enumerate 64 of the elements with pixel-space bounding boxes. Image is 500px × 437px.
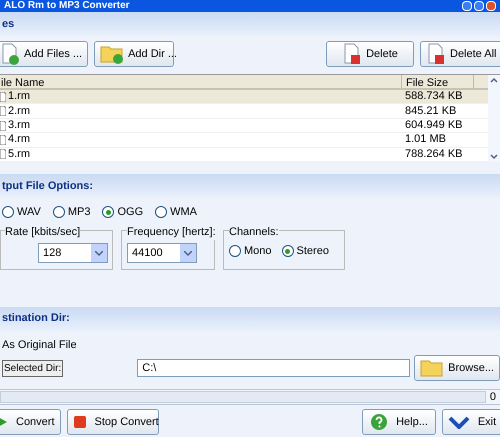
add-dir-button[interactable]: Add Dir ... [94, 41, 174, 67]
convert-button[interactable]: Convert [0, 409, 61, 435]
exit-button[interactable]: Exit [442, 409, 500, 435]
table-cell: 5.rm [0, 148, 401, 161]
section-header: tput File Options: [0, 174, 500, 198]
column-header[interactable]: File Size [401, 75, 473, 88]
file-row[interactable]: 2.rm 845.21 KB [0, 104, 488, 119]
table-cell: 4.rm [0, 133, 401, 146]
radio-option[interactable]: Mono [229, 243, 272, 260]
file-row[interactable]: 1.rm 588.734 KB [0, 90, 488, 104]
checkmark-icon [448, 415, 470, 429]
scroll-down-icon[interactable] [489, 152, 499, 162]
title-bar: ALO Rm to MP3 Converter [0, 0, 500, 12]
directory-field[interactable]: C:\ [137, 359, 410, 377]
stop-button[interactable]: Stop Convert [66, 409, 159, 435]
table-cell-text: 845.21 KB [404, 104, 458, 118]
add-folder-icon [100, 44, 124, 64]
minimize-button[interactable] [462, 1, 472, 11]
file-row[interactable]: 3.rm 604.949 KB [0, 118, 488, 134]
file-icon [0, 120, 6, 131]
table-cell: 3.rm [0, 119, 401, 132]
radio-option[interactable]: WAV [2, 204, 41, 220]
folder-icon [420, 358, 444, 378]
delete-button[interactable]: Delete [326, 41, 414, 67]
scroll-up-icon[interactable] [489, 75, 499, 85]
add-file-icon [0, 43, 20, 65]
radio-option[interactable]: Stereo [282, 243, 329, 260]
radio-option[interactable]: WMA [155, 204, 198, 220]
dropdown[interactable]: 44100 [127, 243, 197, 263]
delete-all-button[interactable]: Delete All [420, 41, 500, 67]
stop-icon [72, 415, 87, 429]
progress-reading: 0 [488, 390, 497, 405]
file-icon [0, 149, 6, 160]
maximize-button[interactable] [474, 1, 484, 11]
table-cell-text: 788.264 KB [404, 148, 464, 161]
file-row[interactable]: 4.rm 1.01 MB [0, 133, 488, 148]
file-icon [0, 134, 6, 145]
radio-option[interactable]: OGG [102, 204, 144, 220]
browse-button[interactable]: Browse... [414, 355, 500, 381]
table-cell-text: 588.734 KB [404, 90, 464, 104]
selected-dir-label: Selected Dir: [2, 360, 64, 376]
help-button[interactable]: Help... [362, 409, 436, 435]
table-cell-text: 1.01 MB [404, 133, 447, 146]
chevron-down-icon [91, 244, 107, 262]
file-row[interactable]: 5.rm 788.264 KB [0, 148, 488, 162]
delete-file-icon [426, 43, 446, 65]
add-files-button[interactable]: Add Files ... [0, 41, 88, 67]
table-cell: 1.rm [0, 90, 401, 104]
delete-file-icon [342, 43, 362, 65]
column-header[interactable]: ile Name [0, 75, 401, 88]
dropdown[interactable]: 128 [38, 243, 108, 263]
section-header: stination Dir: [0, 306, 500, 330]
help-icon [370, 413, 388, 431]
play-icon [0, 416, 8, 428]
scrollbar[interactable] [488, 75, 500, 162]
table-cell-text: 604.949 KB [404, 119, 464, 132]
option-label: As Original File [1, 338, 78, 352]
chevron-down-icon [180, 244, 196, 262]
file-icon [0, 106, 6, 116]
close-button[interactable] [486, 1, 496, 11]
file-icon [0, 92, 6, 102]
table-cell: 2.rm [0, 104, 401, 118]
radio-option[interactable]: MP3 [52, 204, 90, 220]
section-header: es [0, 12, 500, 36]
